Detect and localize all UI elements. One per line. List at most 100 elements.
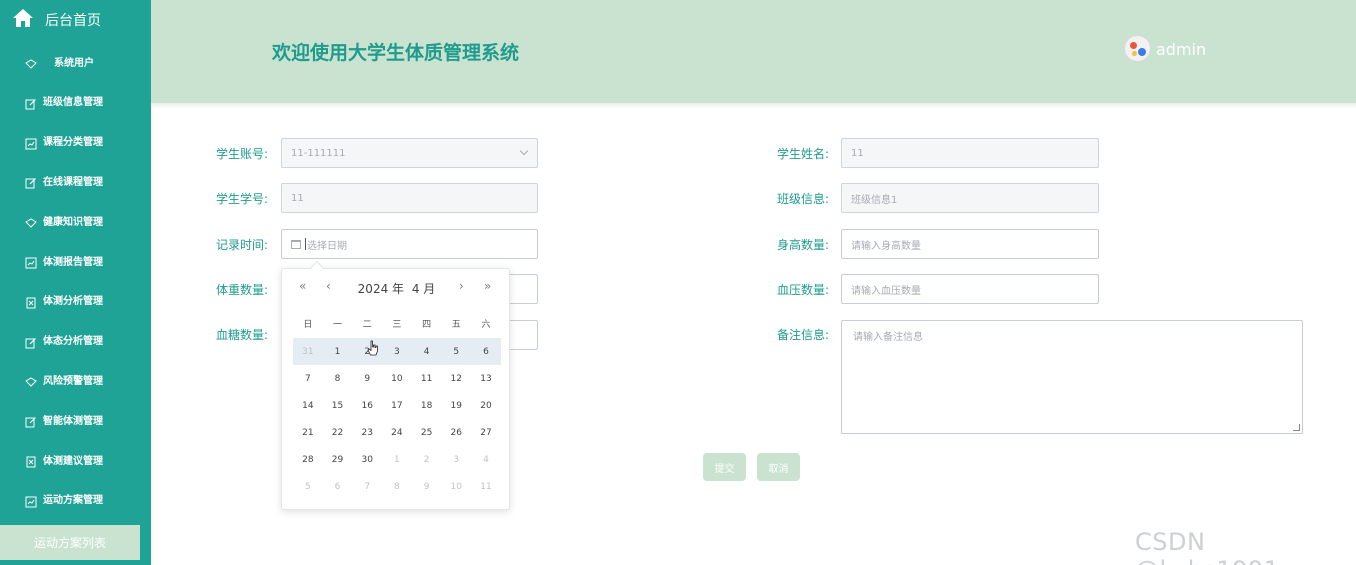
calendar-day[interactable]: 1 — [323, 338, 353, 365]
sidebar-item-label: 系统用户 — [54, 57, 94, 69]
calendar-day[interactable]: 8 — [323, 365, 353, 392]
calendar-day[interactable]: 12 — [441, 365, 471, 392]
calendar-day[interactable]: 13 — [471, 365, 501, 392]
remarks-placeholder: 请输入备注信息 — [853, 332, 923, 343]
calendar-day[interactable]: 2 — [412, 446, 442, 473]
sidebar-item-2[interactable]: 课程分类管理 — [0, 121, 151, 161]
student-name-field[interactable]: 11 — [841, 138, 1099, 168]
calendar-day[interactable]: 29 — [323, 446, 353, 473]
chart-icon — [25, 254, 37, 269]
calendar-day[interactable]: 24 — [382, 419, 412, 446]
sidebar-item-label: 班级信息管理 — [43, 97, 103, 109]
calendar-day[interactable]: 19 — [441, 392, 471, 419]
calendar-week-row: 14 15 16 17 18 19 20 — [293, 392, 501, 419]
calendar-day[interactable]: 9 — [352, 365, 382, 392]
calendar-day[interactable]: 10 — [382, 365, 412, 392]
record-time-date-input[interactable]: 选择日期 — [281, 229, 538, 259]
sidebar-item-label: 运动方案管理 — [43, 495, 103, 507]
blood-pressure-label: 血压数量: — [777, 283, 830, 297]
file-icon — [25, 294, 37, 309]
date-picker-month[interactable]: 4 月 — [412, 282, 435, 296]
sidebar-home[interactable]: 后台首页 — [0, 0, 151, 38]
weekday-label: 四 — [422, 319, 432, 330]
chart-icon — [25, 135, 37, 150]
sidebar-item-10[interactable]: 体测建议管理 — [0, 439, 151, 479]
student-id-label: 学生学号: — [216, 192, 269, 206]
blood-sugar-label: 血糖数量: — [216, 328, 269, 342]
calendar-day[interactable]: 5 — [293, 473, 323, 500]
sidebar-item-9[interactable]: 智能体测管理 — [0, 399, 151, 439]
next-year-icon[interactable]: » — [484, 279, 491, 293]
calendar-day[interactable]: 11 — [471, 473, 501, 500]
submit-button[interactable]: 提交 — [703, 453, 746, 481]
sidebar-subitem-sport-plan-list[interactable]: 运动方案列表 — [0, 525, 140, 560]
calendar-day[interactable]: 7 — [352, 473, 382, 500]
shield-icon — [25, 214, 37, 228]
calendar-day[interactable]: 4 — [471, 446, 501, 473]
hand-cursor-icon — [367, 340, 378, 356]
next-month-icon[interactable]: › — [459, 279, 464, 293]
cancel-button[interactable]: 取消 — [757, 453, 800, 481]
calendar-day[interactable]: 1 — [382, 446, 412, 473]
calendar-day[interactable]: 23 — [352, 419, 382, 446]
sidebar-item-label: 体测分析管理 — [43, 296, 103, 308]
calendar-day[interactable]: 14 — [293, 392, 323, 419]
calendar-day[interactable]: 15 — [323, 392, 353, 419]
edit-icon — [25, 334, 37, 349]
student-account-select[interactable]: 11-111111 — [281, 138, 538, 168]
class-info-field[interactable]: 班级信息1 — [841, 183, 1099, 213]
calendar-day[interactable]: 5 — [441, 338, 471, 365]
sidebar-item-label: 在线课程管理 — [43, 176, 103, 188]
resize-handle-icon[interactable] — [1293, 424, 1300, 431]
sidebar-item-6[interactable]: 体测分析管理 — [0, 280, 151, 320]
weekday-label: 六 — [481, 319, 491, 330]
calendar-day[interactable]: 25 — [412, 419, 442, 446]
calendar-day[interactable]: 20 — [471, 392, 501, 419]
sidebar-item-1[interactable]: 班级信息管理 — [0, 81, 151, 121]
date-picker-year[interactable]: 2024 年 — [358, 282, 404, 296]
calendar-week-row: 21 22 23 24 25 26 27 — [293, 419, 501, 446]
sidebar-item-7[interactable]: 体态分析管理 — [0, 320, 151, 360]
sidebar-item-label: 体测建议管理 — [43, 455, 103, 467]
calendar-day[interactable]: 21 — [293, 419, 323, 446]
avatar[interactable] — [1124, 35, 1151, 62]
height-input[interactable]: 请输入身高数量 — [841, 229, 1099, 259]
remarks-textarea[interactable]: 请输入备注信息 — [841, 320, 1303, 434]
calendar-day[interactable]: 9 — [412, 473, 442, 500]
calendar-day[interactable]: 30 — [352, 446, 382, 473]
calendar-day[interactable]: 27 — [471, 419, 501, 446]
height-placeholder: 请输入身高数量 — [851, 240, 921, 252]
sidebar-item-0[interactable]: 系统用户 — [0, 41, 151, 81]
sidebar-item-5[interactable]: 体测报告管理 — [0, 240, 151, 280]
calendar-day[interactable]: 11 — [412, 365, 442, 392]
sidebar-item-8[interactable]: 风险预警管理 — [0, 359, 151, 399]
calendar-day[interactable]: 4 — [412, 338, 442, 365]
calendar-day[interactable]: 7 — [293, 365, 323, 392]
sidebar-item-11[interactable]: 运动方案管理 — [0, 479, 151, 519]
calendar-day[interactable]: 31 — [293, 338, 323, 365]
calendar-day[interactable]: 17 — [382, 392, 412, 419]
sidebar-item-4[interactable]: 健康知识管理 — [0, 200, 151, 240]
sidebar-item-label: 智能体测管理 — [43, 415, 103, 427]
blood-pressure-placeholder: 请输入血压数量 — [851, 285, 921, 297]
calendar-day[interactable]: 26 — [441, 419, 471, 446]
calendar-day[interactable]: 3 — [382, 338, 412, 365]
weight-label: 体重数量: — [216, 283, 269, 297]
calendar-day[interactable]: 6 — [323, 473, 353, 500]
calendar-day[interactable]: 3 — [441, 446, 471, 473]
calendar-day[interactable]: 10 — [441, 473, 471, 500]
student-id-field[interactable]: 11 — [281, 183, 538, 213]
calendar-day[interactable]: 18 — [412, 392, 442, 419]
sidebar-item-3[interactable]: 在线课程管理 — [0, 160, 151, 200]
calendar-day[interactable]: 16 — [352, 392, 382, 419]
calendar-day[interactable]: 22 — [323, 419, 353, 446]
calendar-icon — [291, 239, 301, 249]
record-time-label: 记录时间: — [216, 238, 269, 252]
chevron-down-icon — [519, 146, 529, 156]
calendar-day[interactable]: 8 — [382, 473, 412, 500]
username[interactable]: admin — [1156, 40, 1206, 59]
blood-pressure-input[interactable]: 请输入血压数量 — [841, 274, 1099, 304]
calendar-day[interactable]: 28 — [293, 446, 323, 473]
calendar-day[interactable]: 6 — [471, 338, 501, 365]
popup-arrow — [309, 260, 325, 276]
